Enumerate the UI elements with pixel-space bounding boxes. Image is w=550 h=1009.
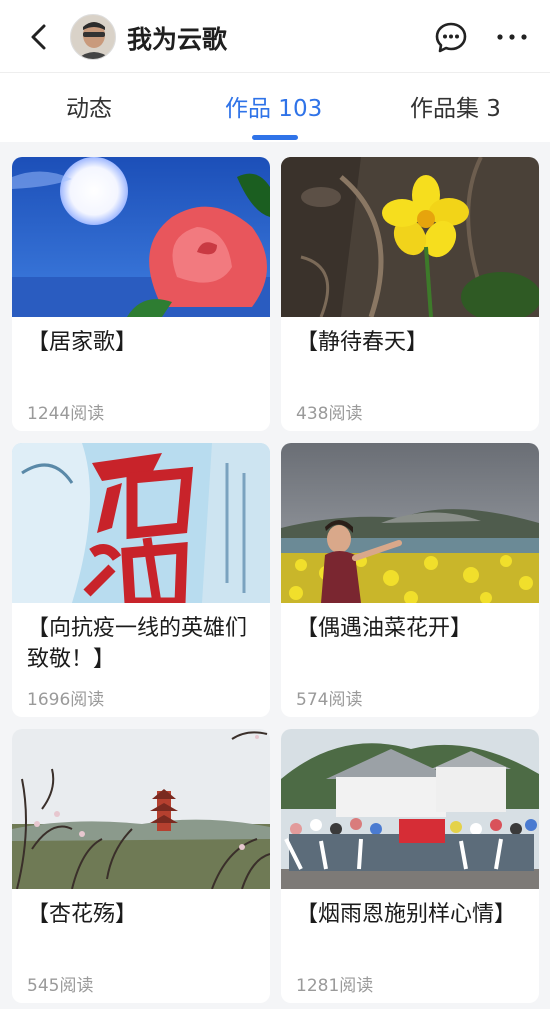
works-grid: 【居家歌】 1244阅读 【静待春天】 438阅读 【向抗疫一线的英雄们致敬！】…	[0, 142, 550, 1009]
work-thumbnail	[281, 729, 539, 889]
profile-name: 我为云歌	[127, 25, 228, 54]
work-title: 【向抗疫一线的英雄们致敬！】	[27, 616, 248, 672]
work-read-count: 438阅读	[296, 404, 363, 424]
work-card[interactable]: 【静待春天】 438阅读	[281, 157, 539, 431]
work-title: 【烟雨恩施别样心情】	[296, 902, 517, 927]
work-read-count: 1244阅读	[27, 404, 105, 424]
avatar[interactable]	[70, 14, 116, 60]
back-button[interactable]	[22, 20, 56, 54]
work-thumbnail	[281, 443, 539, 603]
work-thumbnail	[12, 729, 270, 889]
active-tab-indicator	[252, 135, 298, 140]
work-card[interactable]: 【居家歌】 1244阅读	[12, 157, 270, 431]
work-thumbnail	[12, 157, 270, 317]
more-button[interactable]	[494, 22, 530, 52]
work-card[interactable]: 【向抗疫一线的英雄们致敬！】 1696阅读	[12, 443, 270, 717]
chevron-left-icon	[31, 24, 46, 50]
work-title: 【居家歌】	[27, 330, 138, 355]
work-read-count: 574阅读	[296, 690, 363, 710]
work-card[interactable]: 【杏花殇】 545阅读	[12, 729, 270, 1003]
work-read-count: 1696阅读	[27, 690, 105, 710]
tab-collections[interactable]: 作品集 3	[410, 89, 501, 123]
work-read-count: 1281阅读	[296, 976, 374, 996]
more-horizontal-icon	[497, 34, 527, 40]
work-thumbnail	[12, 443, 270, 603]
work-card[interactable]: 【烟雨恩施别样心情】 1281阅读	[281, 729, 539, 1003]
chat-bubble-icon	[435, 22, 467, 53]
work-thumbnail	[281, 157, 539, 317]
tab-bar: 动态 作品 103 作品集 3	[0, 72, 550, 142]
tab-works[interactable]: 作品 103	[225, 89, 322, 123]
work-title: 【杏花殇】	[27, 902, 138, 927]
work-card[interactable]: 【偶遇油菜花开】 574阅读	[281, 443, 539, 717]
work-read-count: 545阅读	[27, 976, 94, 996]
tab-activity[interactable]: 动态	[66, 89, 112, 123]
message-button[interactable]	[434, 20, 468, 54]
top-bar: 我为云歌	[0, 0, 550, 72]
work-title: 【静待春天】	[296, 330, 429, 355]
work-title: 【偶遇油菜花开】	[296, 616, 473, 641]
